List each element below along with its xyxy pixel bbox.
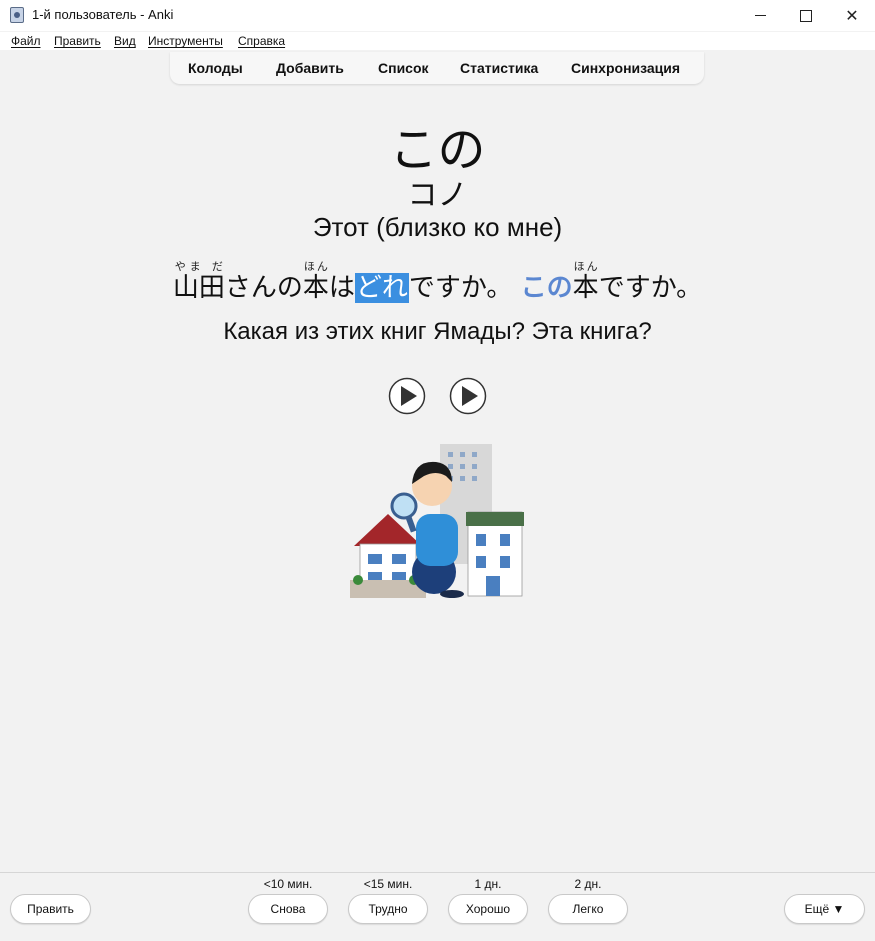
menu-bar: Файл Править Вид Инструменты Справка (0, 32, 875, 50)
close-icon: ✕ (845, 7, 859, 25)
emphasized-word: この (520, 273, 573, 303)
title-bar: 1-й пользователь - Anki ✕ (0, 0, 875, 31)
menu-tools[interactable]: Инструменты (148, 34, 223, 48)
interval-easy: 2 дн. (574, 877, 602, 891)
minimize-icon (754, 15, 766, 16)
answer-easy-button[interactable]: Легко (548, 894, 628, 924)
menu-file[interactable]: Файл (11, 34, 41, 48)
sentence-text: は (328, 273, 355, 303)
anki-app-icon (10, 7, 24, 23)
window-title: 1-й пользователь - Anki (32, 7, 174, 22)
close-button[interactable]: ✕ (829, 0, 875, 31)
maximize-button[interactable] (783, 0, 829, 31)
answer-again-button[interactable]: Снова (248, 894, 328, 924)
toolbar-decks[interactable]: Колоды (188, 60, 243, 76)
more-button[interactable]: Ещё ▼ (784, 894, 865, 924)
maximize-icon (800, 9, 812, 22)
menu-help[interactable]: Справка (238, 34, 285, 48)
play-audio-sentence-button[interactable] (449, 377, 487, 415)
interval-hard: <15 мин. (363, 877, 413, 891)
edit-card-button[interactable]: Править (10, 894, 91, 924)
sentence-text: ですか。 (408, 273, 513, 303)
example-sentence: 山田やま ださんの本ほんはどれですか。 この本ほんですか。 (0, 260, 875, 304)
sentence-text: さんの (224, 273, 303, 303)
ruby-reading: ほん (302, 260, 329, 273)
answer-hard-button[interactable]: Трудно (348, 894, 428, 924)
review-bottom-bar: Править <10 мин. Снова <15 мин. Трудно 1… (0, 872, 875, 941)
ruby-base: 山田 (172, 273, 225, 303)
main-toolbar: Колоды Добавить Список Статистика Синхро… (170, 52, 704, 84)
ruby-base: 本 (302, 273, 329, 303)
answer-good-button[interactable]: Хорошо (448, 894, 528, 924)
interval-again: <10 мин. (263, 877, 313, 891)
selected-text: どれ (354, 273, 409, 303)
sentence-text: ですか。 (598, 273, 703, 303)
ruby-reading: やま だ (172, 260, 225, 273)
card-illustration (350, 444, 524, 598)
ruby-hon-2: 本ほん (572, 260, 599, 303)
card-view: この コノ Этот (близко ко мне) 山田やま ださんの本ほんは… (0, 84, 875, 872)
toolbar-sync[interactable]: Синхронизация (571, 60, 680, 76)
sentence-translation: Какая из этих книг Ямады? Эта книга? (223, 318, 652, 345)
menu-edit[interactable]: Править (54, 34, 101, 48)
ruby-base: 本 (572, 273, 599, 303)
interval-good: 1 дн. (474, 877, 502, 891)
ruby-hon: 本ほん (302, 260, 329, 303)
play-audio-word-button[interactable] (388, 377, 426, 415)
ruby-reading: ほん (572, 260, 599, 273)
menu-view[interactable]: Вид (114, 34, 136, 48)
toolbar-browse[interactable]: Список (378, 60, 429, 76)
card-meaning: Этот (близко ко мне) (312, 212, 563, 242)
toolbar-add[interactable]: Добавить (276, 60, 344, 76)
toolbar-stats[interactable]: Статистика (460, 60, 538, 76)
card-reading: コノ (407, 178, 468, 213)
ruby-yamada: 山田やま だ (172, 260, 225, 303)
minimize-button[interactable] (737, 0, 783, 31)
